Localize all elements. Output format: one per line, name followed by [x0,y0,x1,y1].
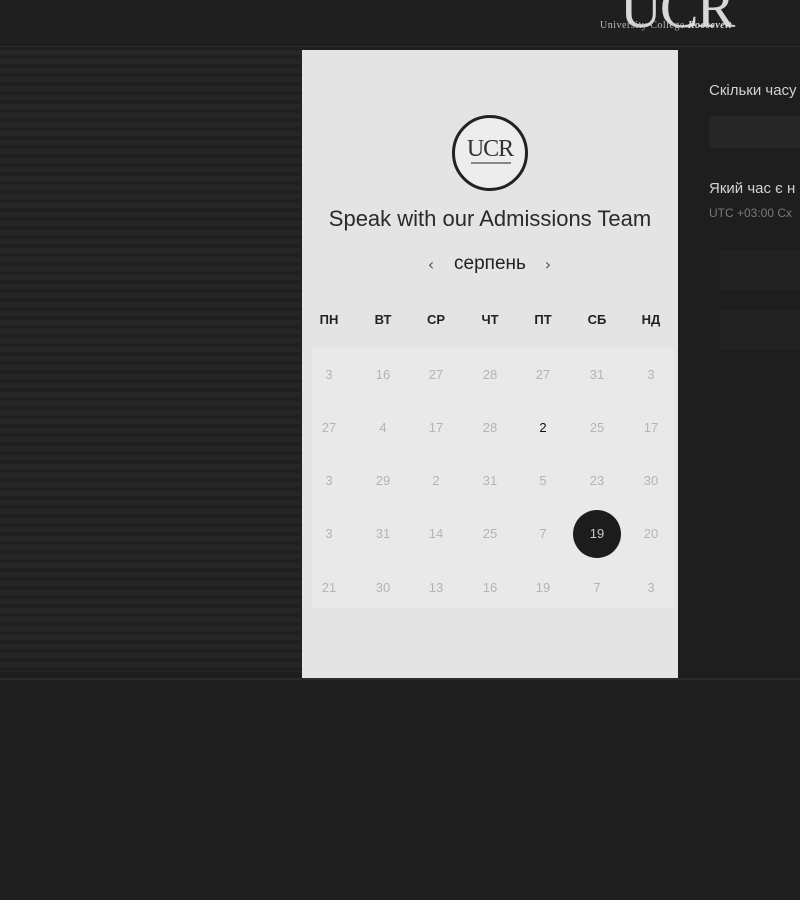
calendar-day: 20 [643,526,659,541]
content-bottom-divider [0,678,800,680]
calendar-day: 30 [375,580,391,595]
weekday-label: ВТ [374,312,392,327]
calendar-day: 25 [482,526,498,541]
weekday-label: СБ [587,312,607,327]
calendar-day: 7 [593,580,601,595]
calendar-day: 3 [325,367,333,382]
weekday-label: СР [426,312,446,327]
ucr-header-logo[interactable]: UCR University College Roosevelt [592,0,772,40]
calendar-day: 27 [428,367,444,382]
top-bar: UCR University College Roosevelt [0,0,800,44]
chevron-right-icon[interactable]: › [538,255,558,275]
timezone-label[interactable]: UTC +03:00 Сх [709,206,792,220]
calendar-day: 28 [482,420,498,435]
left-panel [0,50,302,672]
calendar-day: 23 [589,473,605,488]
month-label: серпень [454,253,526,274]
calendar-day: 7 [539,526,547,541]
calendar-day: 27 [535,367,551,382]
logo-underline [471,162,511,164]
calendar-day: 21 [321,580,337,595]
calendar-day[interactable]: 2 [523,408,563,448]
calendar-day: 31 [482,473,498,488]
calendar-day: 5 [539,473,547,488]
calendar-day: 14 [428,526,444,541]
time-slot[interactable] [721,250,800,290]
calendar-day: 25 [589,420,605,435]
duration-select[interactable] [709,116,800,148]
weekday-label: ЧТ [481,312,499,327]
calendar-day: 31 [589,367,605,382]
calendar-day: 4 [379,420,387,435]
time-slot[interactable] [721,310,800,350]
calendar-day: 3 [647,580,655,595]
logo-subtitle: University College Roosevelt [600,20,732,31]
time-question: Який час є н [709,180,796,197]
calendar-day: 17 [643,420,659,435]
booking-form: Скільки часу Який час є н UTC +03:00 Сх [709,80,800,380]
weekday-label: ПТ [534,312,552,327]
weekday-header: ПН ВТ СР ЧТ ПТ СБ НД [302,312,678,330]
ucr-logo: UCR [452,115,528,191]
card-title: Speak with our Admissions Team [328,206,652,231]
calendar-day: 30 [643,473,659,488]
calendar-day: 17 [428,420,444,435]
calendar-day: 13 [428,580,444,595]
calendar-day: 27 [321,420,337,435]
calendar-day: 28 [482,367,498,382]
calendar-day: 3 [647,367,655,382]
calendar-day: 19 [535,580,551,595]
calendar-day: 16 [482,580,498,595]
calendar-day: 16 [375,367,391,382]
weekday-label: НД [641,312,661,327]
header-divider [0,46,800,47]
calendar-day: 29 [375,473,391,488]
calendar-grid: 3 16 27 28 27 31 3 27 4 17 28 2 25 17 3 29 2 31 5 23 30 3 31 14… [312,348,674,608]
calendar-day-selected[interactable]: 19 [573,510,621,558]
calendar-day: 3 [325,473,333,488]
calendar-card: UCR Speak with our Admissions Team ‹ сер… [302,50,678,679]
duration-question: Скільки часу [709,82,797,99]
calendar-day: 2 [432,473,440,488]
weekday-label: ПН [319,312,339,327]
logo-text: UCR [466,136,514,162]
calendar-day: 3 [325,526,333,541]
calendar-day: 31 [375,526,391,541]
